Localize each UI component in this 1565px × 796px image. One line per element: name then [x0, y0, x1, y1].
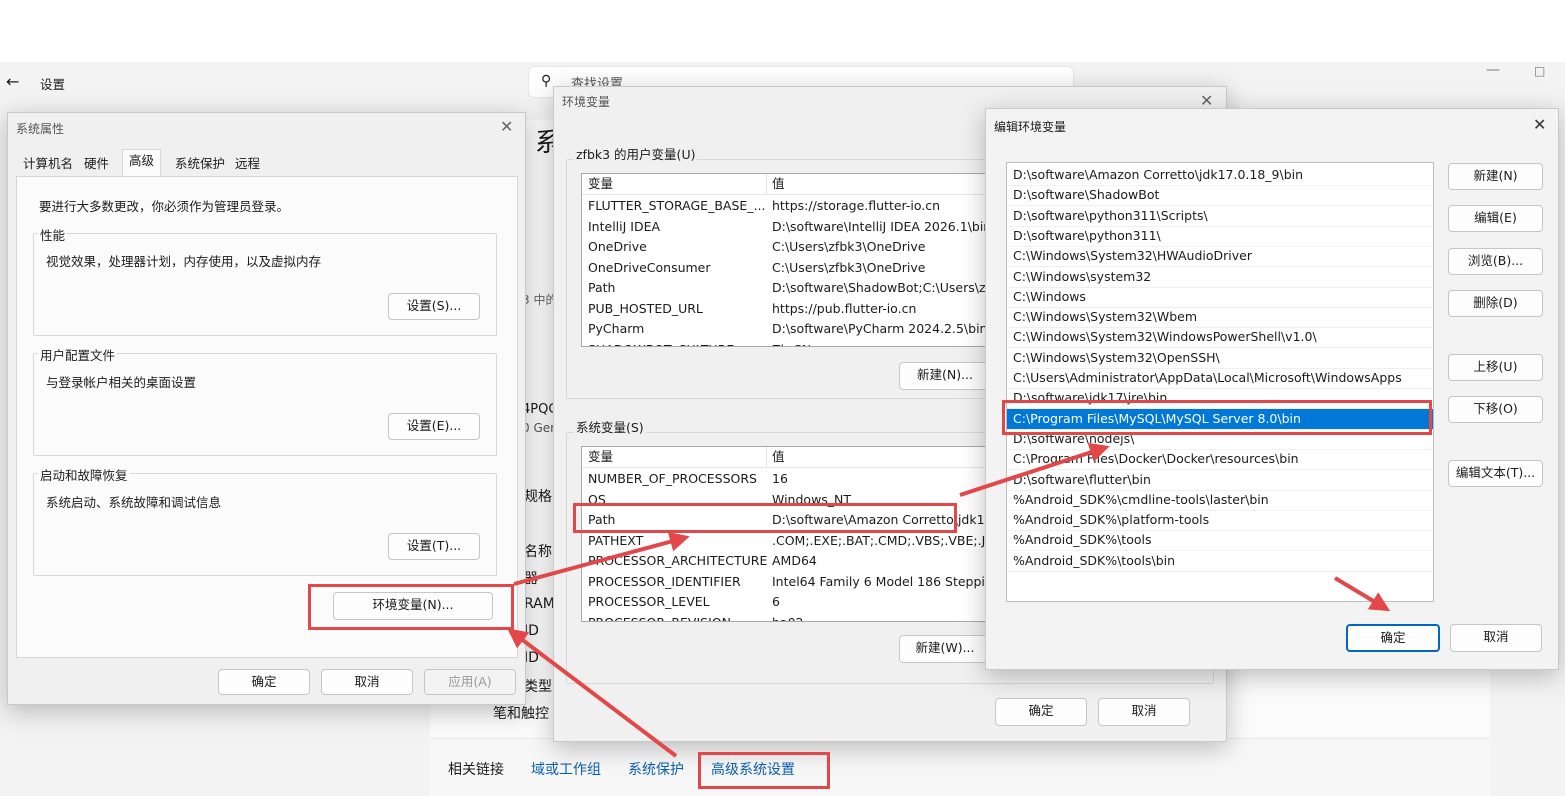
- arrow-to-env-button: [507, 628, 678, 758]
- arrow-to-mysql-entry: [959, 442, 1110, 497]
- annotation-arrows: [507, 442, 1391, 758]
- arrow-to-ok-button: [1333, 576, 1391, 612]
- arrow-to-path-row: [513, 532, 690, 586]
